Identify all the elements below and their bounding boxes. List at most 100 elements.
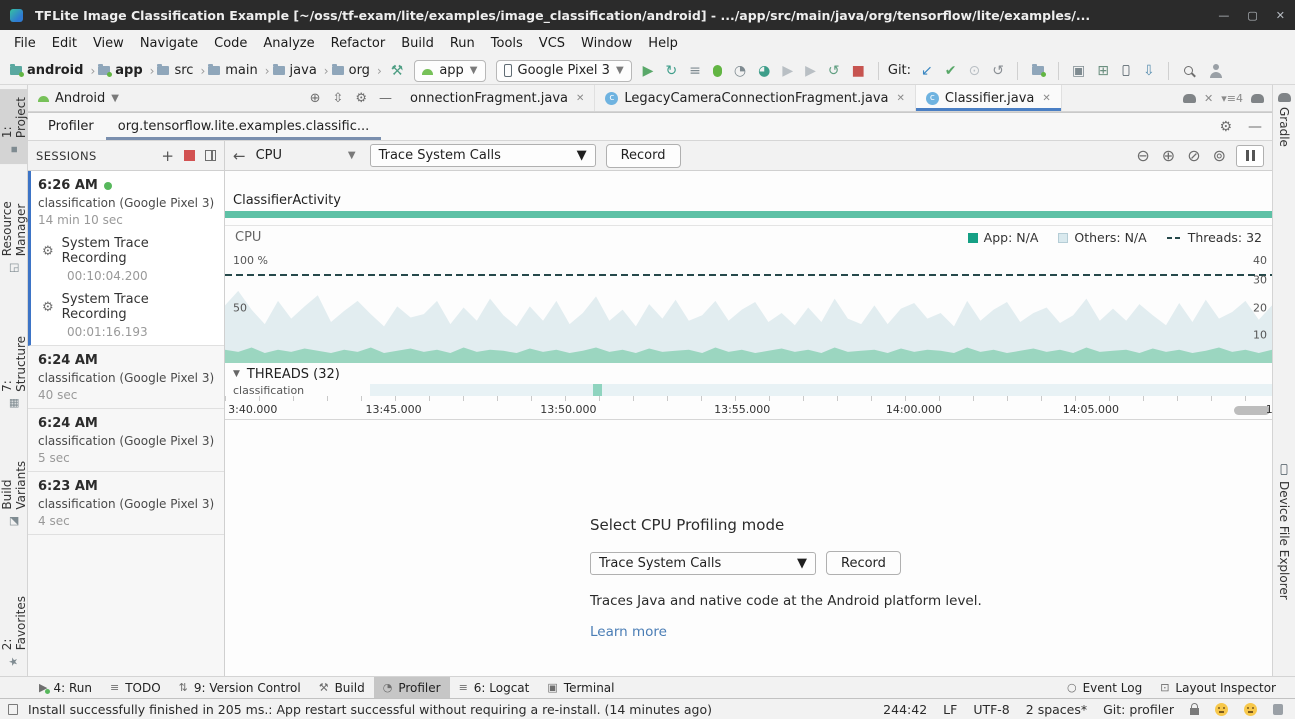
breadcrumb-src[interactable]: src bbox=[157, 63, 193, 78]
breadcrumb-android[interactable]: android bbox=[10, 63, 83, 78]
sidebar-item--favorites[interactable]: ★2: Favorites bbox=[0, 588, 28, 676]
horizontal-scrollbar[interactable] bbox=[1234, 406, 1270, 415]
menu-vcs[interactable]: VCS bbox=[531, 32, 573, 55]
timeline-ruler[interactable]: 3:40.00013:45.00013:50.00013:55.00014:00… bbox=[225, 396, 1272, 420]
stop-icon[interactable]: ■ bbox=[852, 63, 865, 79]
menu-view[interactable]: View bbox=[85, 32, 132, 55]
menu-file[interactable]: File bbox=[6, 32, 44, 55]
session-item[interactable]: 6:24 AMclassification (Google Pixel 3)40… bbox=[28, 346, 224, 409]
maximize-icon[interactable]: ▢ bbox=[1247, 9, 1257, 22]
profiler-tab[interactable]: Profiler bbox=[36, 113, 106, 140]
git-history-icon[interactable]: ⊙ bbox=[969, 63, 981, 79]
avatar[interactable] bbox=[1209, 64, 1223, 78]
project-view-selector[interactable]: Android ▼ bbox=[28, 85, 129, 111]
device-manager-icon[interactable] bbox=[1123, 65, 1130, 76]
indent-setting[interactable]: 2 spaces* bbox=[1026, 702, 1087, 717]
expand-panel-icon[interactable] bbox=[205, 150, 216, 161]
trace-mode-dropdown[interactable]: Trace System Calls▼ bbox=[370, 144, 596, 167]
git-rollback-icon[interactable]: ↺ bbox=[992, 63, 1004, 79]
toolwindow-button-todo[interactable]: ≡TODO bbox=[101, 677, 170, 698]
menu-help[interactable]: Help bbox=[640, 32, 686, 55]
sidebar-item-resource-manager[interactable]: ◱Resource Manager bbox=[0, 164, 28, 282]
recording-item[interactable]: ⚙System Trace Recording00:01:16.193 bbox=[38, 292, 216, 339]
editor-tab[interactable]: onnectionFragment.java✕ bbox=[400, 85, 595, 111]
threads-section-header[interactable]: ▼ THREADS (32) bbox=[225, 364, 1272, 384]
add-session-icon[interactable]: + bbox=[161, 147, 174, 165]
gear-icon[interactable]: ⚙ bbox=[355, 91, 367, 106]
thread-row[interactable]: classification bbox=[225, 384, 1272, 396]
project-structure-icon[interactable] bbox=[1032, 66, 1044, 75]
zoom-to-selection-icon[interactable]: ⊚ bbox=[1213, 146, 1226, 165]
record-button[interactable]: Record bbox=[606, 144, 681, 168]
session-item[interactable]: 6:24 AMclassification (Google Pixel 3)5 … bbox=[28, 409, 224, 472]
breadcrumb-app[interactable]: app bbox=[98, 63, 142, 78]
chart-plot[interactable]: 100 %5040302010 bbox=[225, 252, 1272, 363]
apply-code-changes-icon[interactable]: ≡ bbox=[689, 63, 701, 79]
profiler-gauge-icon[interactable]: ◕ bbox=[758, 63, 770, 79]
menu-refactor[interactable]: Refactor bbox=[323, 32, 394, 55]
line-separator[interactable]: LF bbox=[943, 702, 957, 717]
menu-navigate[interactable]: Navigate bbox=[132, 32, 206, 55]
close-tab-icon[interactable]: ✕ bbox=[896, 93, 904, 104]
tab-list-icon[interactable]: ▾≡4 bbox=[1221, 92, 1243, 105]
toolwindow-button-layout-inspector[interactable]: ⊡Layout Inspector bbox=[1151, 677, 1285, 698]
sidebar-item-device-file-explorer[interactable]: Device File Explorer bbox=[1277, 455, 1291, 608]
git-branch[interactable]: Git: profiler bbox=[1103, 702, 1174, 717]
menu-analyze[interactable]: Analyze bbox=[255, 32, 322, 55]
menu-edit[interactable]: Edit bbox=[44, 32, 85, 55]
zoom-in-icon[interactable]: ⊕ bbox=[1162, 146, 1175, 165]
lock-icon[interactable] bbox=[1190, 708, 1199, 715]
hide-panel-icon[interactable]: — bbox=[379, 91, 392, 106]
editor-tab[interactable]: cClassifier.java✕ bbox=[916, 85, 1062, 111]
debug-icon[interactable] bbox=[713, 65, 722, 77]
menu-code[interactable]: Code bbox=[206, 32, 255, 55]
gear-icon[interactable]: ⚙ bbox=[1219, 119, 1232, 135]
git-update-icon[interactable]: ↙ bbox=[921, 63, 933, 79]
feedback-sad-icon[interactable] bbox=[1244, 703, 1257, 716]
toolwindow-button-terminal[interactable]: ▣Terminal bbox=[538, 677, 623, 698]
file-encoding[interactable]: UTF-8 bbox=[973, 702, 1009, 717]
stop-session-icon[interactable] bbox=[184, 150, 195, 161]
record-button[interactable]: Record bbox=[826, 551, 901, 575]
reset-zoom-icon[interactable]: ⊘ bbox=[1187, 146, 1200, 165]
cursor-position[interactable]: 244:42 bbox=[883, 702, 927, 717]
menu-window[interactable]: Window bbox=[573, 32, 640, 55]
toolwindow-button-logcat[interactable]: ≡6: Logcat bbox=[450, 677, 539, 698]
minimize-icon[interactable]: — bbox=[1218, 9, 1229, 22]
device-selector[interactable]: Google Pixel 3▼ bbox=[496, 60, 632, 82]
hide-panel-icon[interactable]: — bbox=[1248, 119, 1262, 135]
apply-changes-icon[interactable]: ↻ bbox=[665, 63, 677, 79]
breadcrumb-main[interactable]: main bbox=[208, 63, 257, 78]
git-commit-icon[interactable]: ✔ bbox=[945, 63, 957, 79]
menu-run[interactable]: Run bbox=[442, 32, 483, 55]
zoom-out-icon[interactable]: ⊖ bbox=[1136, 146, 1149, 165]
profiler-tab[interactable]: org.tensorflow.lite.examples.classific..… bbox=[106, 113, 382, 140]
attach-debugger-icon[interactable]: ▶ bbox=[782, 63, 793, 79]
locate-file-icon[interactable]: ⊕ bbox=[310, 91, 321, 106]
session-item[interactable]: 6:26 AMclassification (Google Pixel 3)14… bbox=[28, 171, 224, 346]
sidebar-item-build-variants[interactable]: ◪Build Variants bbox=[0, 440, 28, 536]
breadcrumb-java[interactable]: java bbox=[273, 63, 317, 78]
sidebar-item--project[interactable]: ▪1: Project bbox=[0, 89, 28, 164]
run-config-selector[interactable]: app▼ bbox=[414, 60, 485, 82]
back-arrow-icon[interactable]: ← bbox=[233, 147, 246, 165]
attach-profiler-icon[interactable]: ▶ bbox=[805, 63, 816, 79]
recording-item[interactable]: ⚙System Trace Recording00:10:04.200 bbox=[38, 236, 216, 283]
profiling-mode-dropdown[interactable]: Trace System Calls▼ bbox=[590, 552, 816, 575]
sidebar-item--structure[interactable]: ▦7: Structure bbox=[0, 328, 28, 418]
close-icon[interactable]: ✕ bbox=[1276, 9, 1285, 22]
build-hammer-icon[interactable]: ⚒ bbox=[391, 63, 404, 79]
sdk-download-icon[interactable]: ⇩ bbox=[1143, 63, 1155, 79]
sidebar-item-gradle[interactable]: Gradle bbox=[1277, 85, 1291, 155]
toolwindow-button-event-log[interactable]: ○Event Log bbox=[1058, 677, 1151, 698]
run-button-icon[interactable]: ▶ bbox=[643, 63, 654, 79]
learn-more-link[interactable]: Learn more bbox=[590, 624, 667, 640]
toolwindow-button-profiler[interactable]: ◔Profiler bbox=[374, 677, 450, 698]
tool-window-switcher-icon[interactable] bbox=[8, 704, 18, 715]
toolwindow-button-vcs[interactable]: ⇅9: Version Control bbox=[170, 677, 310, 698]
editor-tab[interactable]: cLegacyCameraConnectionFragment.java✕ bbox=[595, 85, 916, 111]
cpu-chart[interactable]: CPU App: N/AOthers: N/AThreads: 32 100 %… bbox=[225, 225, 1272, 363]
status-message[interactable]: Install successfully finished in 205 ms.… bbox=[28, 702, 712, 717]
sdk-manager-icon[interactable]: ▣ bbox=[1072, 63, 1085, 79]
feedback-happy-icon[interactable] bbox=[1215, 703, 1228, 716]
